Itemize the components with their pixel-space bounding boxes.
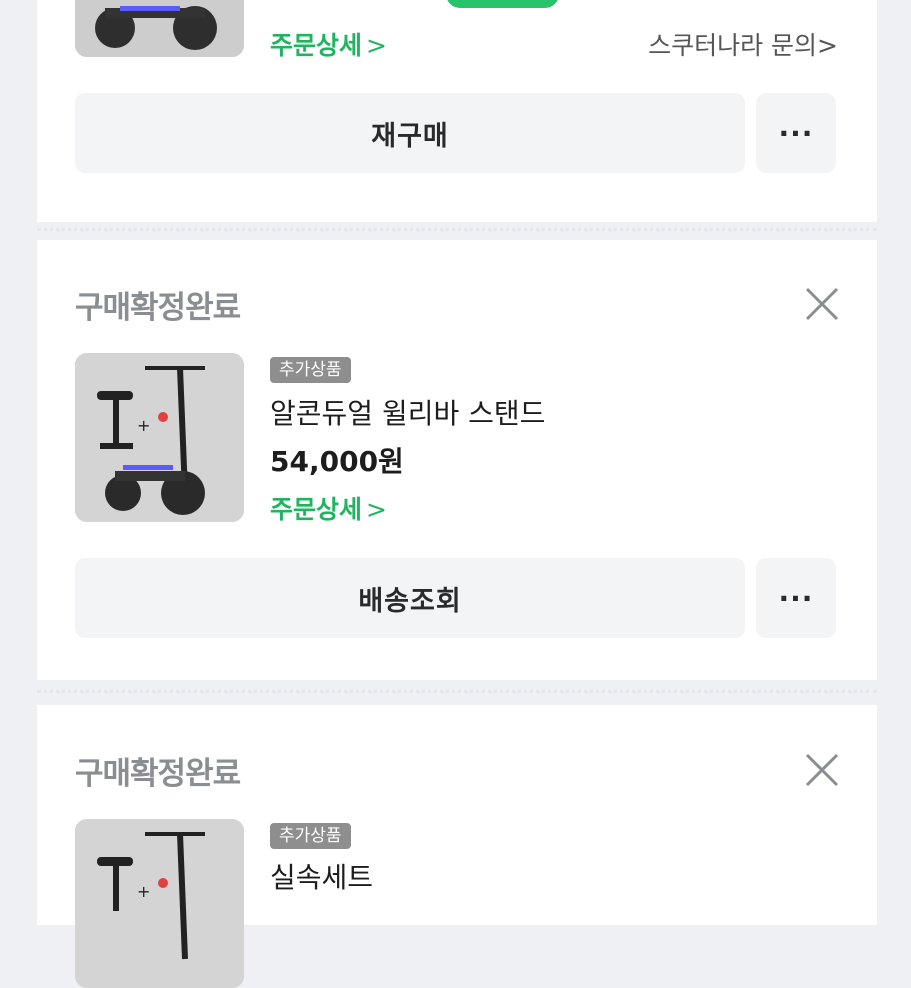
svg-text:+: + [137, 882, 150, 901]
more-button[interactable]: ··· [756, 93, 836, 173]
order-detail-link-top[interactable]: 주문상세 > [270, 26, 387, 62]
additional-product-badge: 추가상품 [270, 357, 351, 383]
more-icon: ··· [778, 116, 814, 150]
more-icon: ··· [778, 581, 814, 615]
order-status: 구매확정완료 [75, 756, 241, 792]
scooter-image: + [75, 353, 244, 522]
scooter-image: + [75, 819, 244, 988]
card-divider [37, 690, 877, 693]
product-thumbnail[interactable] [75, 0, 244, 57]
close-icon[interactable] [803, 751, 841, 789]
product-name[interactable]: 알콘듀얼 윌리바 스탠드 [270, 392, 545, 432]
rebuy-button[interactable]: 재구매 [75, 93, 745, 173]
card-divider [37, 228, 877, 231]
product-thumbnail[interactable]: + [75, 819, 244, 988]
seller-inquiry-link[interactable]: 스쿠터나라 문의> [648, 26, 838, 62]
order-detail-link[interactable]: 주문상세 > [270, 490, 387, 526]
status-pill [446, 0, 559, 8]
product-name[interactable]: 실속세트 [270, 856, 373, 896]
chevron-right-icon: > [366, 31, 387, 60]
track-delivery-button[interactable]: 배송조회 [75, 558, 745, 638]
product-price: 54,000원 [270, 445, 404, 478]
scooter-image [75, 0, 244, 57]
close-icon[interactable] [803, 285, 841, 323]
chevron-right-icon: > [817, 31, 838, 60]
chevron-right-icon: > [366, 495, 387, 524]
product-thumbnail[interactable]: + [75, 353, 244, 522]
additional-product-badge: 추가상품 [270, 823, 351, 849]
more-button[interactable]: ··· [756, 558, 836, 638]
svg-text:+: + [137, 416, 150, 435]
order-status: 구매확정완료 [75, 290, 241, 326]
